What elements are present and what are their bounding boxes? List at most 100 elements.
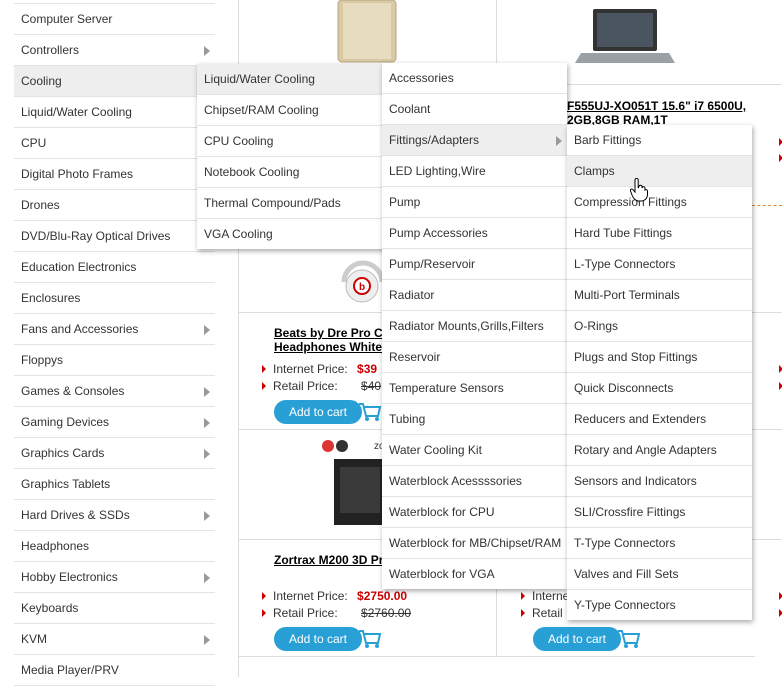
category-item[interactable]: Liquid/Water Cooling: [14, 97, 215, 128]
category-item[interactable]: Floppys: [14, 345, 215, 376]
liquid-menu-item[interactable]: Pump/Reservoir: [382, 249, 567, 280]
fittings-menu-item-label: O-Rings: [574, 319, 619, 333]
liquid-menu-item-label: Radiator: [389, 288, 435, 302]
fittings-menu-item-label: Rotary and Angle Adapters: [574, 443, 717, 457]
liquid-menu-item[interactable]: Pump Accessories: [382, 218, 567, 249]
liquid-menu-item[interactable]: Temperature Sensors: [382, 373, 567, 404]
category-item[interactable]: KVM: [14, 624, 215, 655]
category-item[interactable]: Games & Consoles: [14, 376, 215, 407]
cooling-menu-item[interactable]: Notebook Cooling: [197, 157, 387, 188]
category-item[interactable]: Graphics Cards: [14, 438, 215, 469]
category-item[interactable]: CPU: [14, 128, 215, 159]
category-item[interactable]: Education Electronics: [14, 252, 215, 283]
liquid-menu-item[interactable]: Pump: [382, 187, 567, 218]
fittings-menu-item[interactable]: Valves and Fill Sets: [567, 559, 752, 590]
category-item[interactable]: Keyboards: [14, 593, 215, 624]
liquid-menu-item-label: LED Lighting,Wire: [389, 164, 486, 178]
cooling-menu-item-label: Chipset/RAM Cooling: [204, 103, 319, 117]
liquid-menu-item-label: Waterblock for CPU: [389, 505, 495, 519]
liquid-menu-item[interactable]: Tubing: [382, 404, 567, 435]
cooling-menu-item[interactable]: Chipset/RAM Cooling: [197, 95, 387, 126]
category-item[interactable]: Digital Photo Frames: [14, 159, 215, 190]
category-item[interactable]: Computer Server: [14, 4, 215, 35]
category-item-label: KVM: [21, 632, 48, 646]
category-sidebar: Computer Server Controllers Cooling Liquid/…: [14, 3, 215, 686]
cooling-menu-item[interactable]: Thermal Compound/Pads: [197, 188, 387, 219]
fittings-menu-item[interactable]: SLI/Crossfire Fittings: [567, 497, 752, 528]
fittings-menu-item[interactable]: Reducers and Extenders: [567, 404, 752, 435]
category-item[interactable]: Headphones: [14, 531, 215, 562]
internet-price-label: Interne: [532, 589, 570, 603]
headphones-product-image[interactable]: b: [338, 252, 388, 308]
cooling-menu-item[interactable]: VGA Cooling: [197, 219, 387, 249]
fittings-menu-item[interactable]: Clamps: [567, 156, 752, 187]
category-item-label: Graphics Tablets: [21, 477, 111, 491]
cooling-menu-item[interactable]: Liquid/Water Cooling: [197, 64, 387, 95]
cooling-menu-item-label: Notebook Cooling: [204, 165, 300, 179]
price-bullet: [521, 592, 525, 600]
liquid-menu-item-label: Coolant: [389, 102, 431, 116]
category-item[interactable]: Graphics Tablets: [14, 469, 215, 500]
category-item[interactable]: DVD/Blu-Ray Optical Drives: [14, 221, 215, 252]
fittings-menu-item[interactable]: Y-Type Connectors: [567, 590, 752, 620]
category-item[interactable]: Cooling: [14, 66, 215, 97]
liquid-menu-item-label: Reservoir: [389, 350, 441, 364]
liquid-menu-item[interactable]: Waterblock Acessssories: [382, 466, 567, 497]
add-to-cart-button[interactable]: Add to cart: [274, 400, 386, 424]
zortrax-title[interactable]: Zortrax M200 3D Pr: [274, 553, 386, 567]
liquid-menu-item[interactable]: Radiator: [382, 280, 567, 311]
fittings-menu-item[interactable]: Plugs and Stop Fittings: [567, 342, 752, 373]
fittings-menu-item[interactable]: Quick Disconnects: [567, 373, 752, 404]
category-item[interactable]: Media Player/PRV: [14, 655, 215, 686]
add-to-cart-button[interactable]: Add to cart: [274, 627, 386, 651]
fittings-menu-item[interactable]: Sensors and Indicators: [567, 466, 752, 497]
cart-icon: [359, 403, 382, 421]
fittings-menu-item[interactable]: Rotary and Angle Adapters: [567, 435, 752, 466]
fittings-menu-item[interactable]: Multi-Port Terminals: [567, 280, 752, 311]
liquid-menu-item[interactable]: Coolant: [382, 94, 567, 125]
liquid-menu-item[interactable]: Accessories: [382, 63, 567, 94]
printer-product-image[interactable]: zo: [320, 437, 390, 529]
add-to-cart-button[interactable]: Add to cart: [533, 627, 645, 651]
category-item-label: Graphics Cards: [21, 446, 105, 460]
liquid-menu-item[interactable]: Fittings/Adapters: [382, 125, 567, 156]
tablet-product-image[interactable]: [335, 0, 401, 64]
liquid-menu-item[interactable]: LED Lighting,Wire: [382, 156, 567, 187]
category-item[interactable]: Enclosures: [14, 283, 215, 314]
liquid-menu-item[interactable]: Radiator Mounts,Grills,Filters: [382, 311, 567, 342]
chevron-right-icon: [204, 449, 210, 459]
beats-retail-price-row: Retail Price: $40: [262, 378, 381, 394]
category-item-label: Education Electronics: [21, 260, 137, 274]
chevron-right-icon: [204, 511, 210, 521]
fittings-menu-item-label: Valves and Fill Sets: [574, 567, 679, 581]
fittings-menu-item[interactable]: Compression Fittings: [567, 187, 752, 218]
laptop-product-image[interactable]: [575, 7, 675, 69]
cooling-menu-item[interactable]: CPU Cooling: [197, 126, 387, 157]
liquid-menu-item[interactable]: Waterblock for MB/Chipset/RAM: [382, 528, 567, 559]
category-item-label: Headphones: [21, 539, 90, 553]
retail-price-value: $2760.00: [361, 606, 412, 620]
fittings-menu-item[interactable]: Barb Fittings: [567, 125, 752, 156]
fittings-menu-item[interactable]: L-Type Connectors: [567, 249, 752, 280]
category-item[interactable]: Fans and Accessories: [14, 314, 215, 345]
category-item[interactable]: Hard Drives & SSDs: [14, 500, 215, 531]
category-item-label: Computer Server: [21, 12, 113, 26]
fittings-menu-item[interactable]: Hard Tube Fittings: [567, 218, 752, 249]
category-item[interactable]: Controllers: [14, 35, 215, 66]
category-item[interactable]: Drones: [14, 190, 215, 221]
fittings-menu-item-label: Sensors and Indicators: [574, 474, 697, 488]
fittings-menu-item[interactable]: O-Rings: [567, 311, 752, 342]
internet-price-value: $39: [357, 362, 378, 376]
cart-icon: [618, 630, 641, 648]
liquid-menu-item[interactable]: Reservoir: [382, 342, 567, 373]
liquid-menu-item[interactable]: Water Cooling Kit: [382, 435, 567, 466]
category-item[interactable]: Gaming Devices: [14, 407, 215, 438]
liquid-menu-item[interactable]: Waterblock for VGA: [382, 559, 567, 589]
fittings-menu-item-label: T-Type Connectors: [574, 536, 676, 550]
beats-title[interactable]: Beats by Dre Pro C Headphones White: [274, 326, 386, 354]
category-item[interactable]: Hobby Electronics: [14, 562, 215, 593]
fittings-menu-item[interactable]: T-Type Connectors: [567, 528, 752, 559]
category-item-label: Cooling: [21, 74, 62, 88]
laptop-title[interactable]: F555UJ-XO051T 15.6" i7 6500U, 2GB,8GB RA…: [567, 99, 757, 127]
liquid-menu-item[interactable]: Waterblock for CPU: [382, 497, 567, 528]
